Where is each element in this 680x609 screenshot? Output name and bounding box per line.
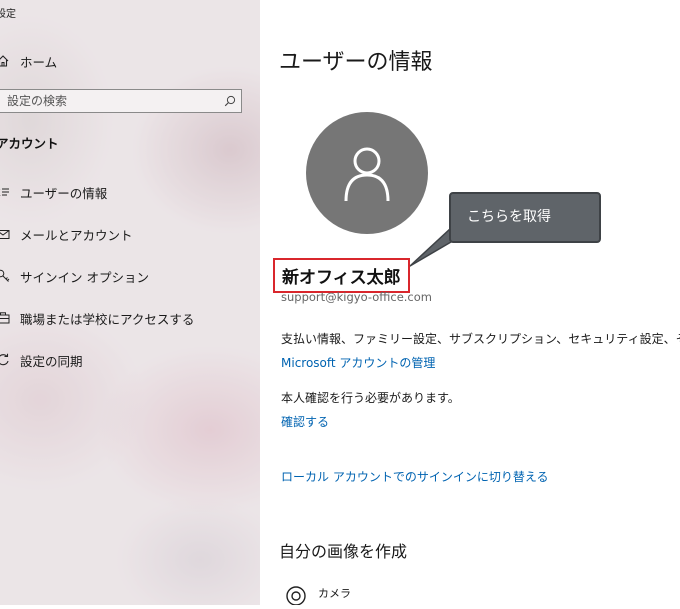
sidebar-item-home[interactable]: ホーム: [0, 49, 57, 73]
sidebar-item-label: ホーム: [20, 54, 58, 70]
sidebar-item-email-accounts[interactable]: メールとアカウント: [0, 222, 133, 246]
main-panel: ユーザーの情報 こちらを取得 新オフィス太郎 support@kigyo-off…: [260, 0, 680, 606]
key-icon: [0, 269, 18, 283]
callout-annotation: こちらを取得: [449, 192, 601, 243]
local-account-link[interactable]: ローカル アカウントでのサインインに切り替える: [281, 468, 548, 485]
sidebar-item-label: 設定の同期: [20, 353, 83, 369]
subscription-info-text: 支払い情報、ファミリー設定、サブスクリプション、セキュリティ設定、その他: [281, 332, 680, 346]
verify-text: 本人確認を行う必要があります。: [281, 391, 460, 405]
user-info-icon: [0, 186, 18, 198]
sidebar-item-work-school[interactable]: 職場または学校にアクセスする: [0, 306, 194, 330]
sidebar-item-user-info[interactable]: ユーザーの情報: [0, 180, 107, 204]
home-icon: [0, 54, 18, 68]
user-name: 新オフィス太郎: [273, 258, 410, 293]
sidebar-item-label: 職場または学校にアクセスする: [20, 311, 195, 327]
sidebar-item-label: ユーザーの情報: [20, 185, 108, 201]
sidebar: 設定 ホーム アカウント ユーザーの情報 メールとアカウント サインイン オプシ…: [0, 0, 260, 605]
verify-link[interactable]: 確認する: [281, 413, 329, 430]
sidebar-item-sign-in-options[interactable]: サインイン オプション: [0, 264, 149, 288]
sidebar-item-sync[interactable]: 設定の同期: [0, 348, 83, 372]
search-icon[interactable]: [219, 95, 241, 107]
search-input[interactable]: [0, 93, 219, 109]
camera-label: カメラ: [318, 587, 351, 600]
section-title: アカウント: [0, 136, 59, 151]
app-title: 設定: [0, 9, 16, 20]
camera-button[interactable]: カメラ: [284, 583, 351, 609]
create-picture-heading: 自分の画像を作成: [279, 542, 408, 561]
manage-account-link[interactable]: Microsoft アカウントの管理: [281, 354, 435, 371]
sidebar-item-label: メールとアカウント: [20, 227, 133, 243]
user-email: support@kigyo-office.com: [281, 290, 432, 304]
sidebar-item-label: サインイン オプション: [20, 269, 149, 285]
search-box[interactable]: [0, 89, 242, 113]
camera-icon: [284, 583, 308, 609]
callout-pointer: [409, 227, 452, 267]
briefcase-icon: [0, 312, 18, 324]
sync-icon: [0, 353, 18, 367]
mail-icon: [0, 229, 18, 240]
callout-text: こちらを取得: [467, 209, 551, 225]
